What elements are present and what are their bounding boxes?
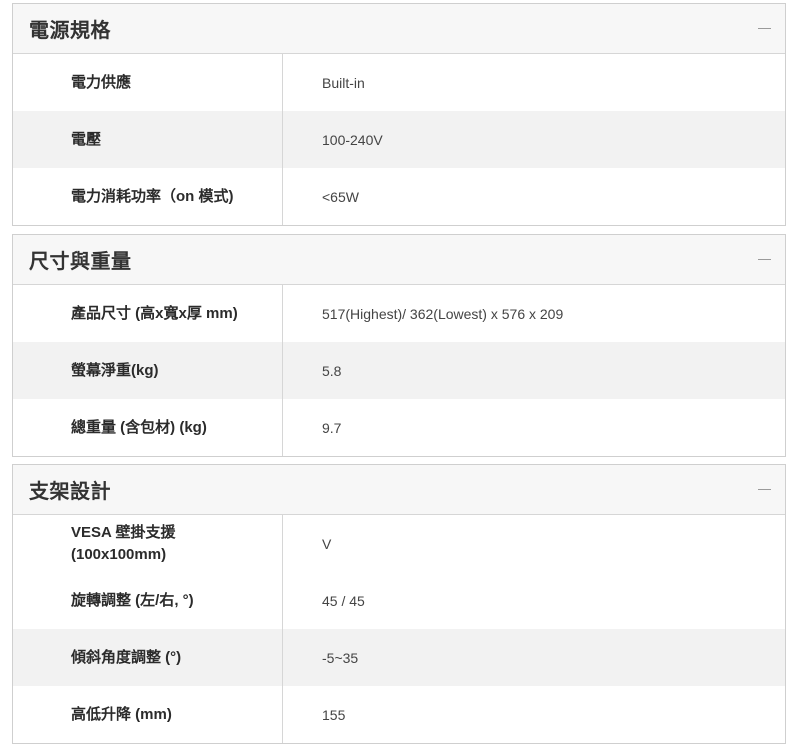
table-row: 高低升降 (mm) 155 [13,686,785,743]
section-header-power[interactable]: 電源規格 [13,4,785,54]
collapse-icon[interactable] [757,253,771,267]
section-header-dimensions[interactable]: 尺寸與重量 [13,235,785,285]
spec-label-line1: VESA 壁掛支援 [71,523,176,541]
section-dimensions-weight: 尺寸與重量 產品尺寸 (高x寬x厚 mm) 517(Highest)/ 362(… [12,234,786,457]
collapse-icon[interactable] [757,483,771,497]
spec-label: 總重量 (含包材) (kg) [13,399,283,456]
spec-value: 45 / 45 [322,592,365,609]
spec-value: 517(Highest)/ 362(Lowest) x 576 x 209 [322,305,564,322]
section-title: 支架設計 [29,481,111,503]
table-row: 螢幕淨重(kg) 5.8 [13,342,785,399]
table-row: 電力供應 Built-in [13,54,785,111]
spec-value: 5.8 [322,362,342,379]
spec-label: 電力消耗功率（on 模式) [13,168,283,225]
table-row: 電力消耗功率（on 模式) <65W [13,168,785,225]
spec-label: 傾斜角度調整 (°) [13,629,283,686]
spec-page: 電源規格 電力供應 Built-in 電壓 100-240V 電力消耗功率（on… [0,0,800,749]
section-header-stand[interactable]: 支架設計 [13,465,785,515]
table-row: 產品尺寸 (高x寬x厚 mm) 517(Highest)/ 362(Lowest… [13,285,785,342]
spec-label: 電壓 [13,111,283,168]
spec-value: V [322,535,332,552]
spec-label: 電力供應 [13,54,283,111]
table-row: 傾斜角度調整 (°) -5~35 [13,629,785,686]
spec-label-line2: (100x100mm) [71,545,167,563]
spec-value: -5~35 [322,649,359,666]
spec-label: 產品尺寸 (高x寬x厚 mm) [13,285,283,342]
spec-value: 155 [322,706,346,723]
section-power-spec: 電源規格 電力供應 Built-in 電壓 100-240V 電力消耗功率（on… [12,3,786,226]
spec-value: Built-in [322,74,365,91]
spec-value: <65W [322,188,359,205]
spec-value: 9.7 [322,419,342,436]
spec-value: 100-240V [322,131,383,148]
spec-label: 旋轉調整 (左/右, °) [13,572,283,629]
section-title: 電源規格 [29,20,111,42]
section-title: 尺寸與重量 [29,251,132,273]
spec-label: VESA 壁掛支援 (100x100mm) [13,515,283,572]
table-row: 旋轉調整 (左/右, °) 45 / 45 [13,572,785,629]
spec-label: 高低升降 (mm) [13,686,283,743]
section-stand-design: 支架設計 VESA 壁掛支援 (100x100mm) V 旋轉調整 (左/右, … [12,464,786,744]
collapse-icon[interactable] [757,22,771,36]
table-row: 電壓 100-240V [13,111,785,168]
spec-label: 螢幕淨重(kg) [13,342,283,399]
table-row: VESA 壁掛支援 (100x100mm) V [13,515,785,572]
table-row: 總重量 (含包材) (kg) 9.7 [13,399,785,456]
